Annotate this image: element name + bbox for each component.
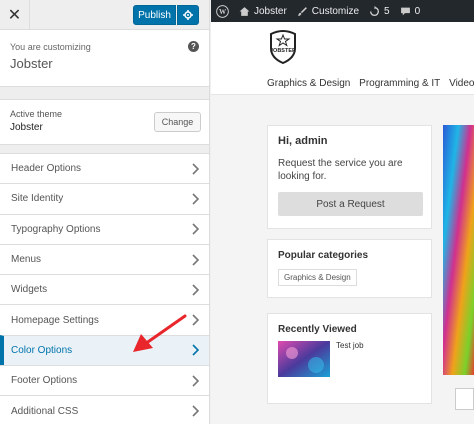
customizing-label: You are customizing [10, 42, 91, 52]
nav-item[interactable]: Video & [449, 78, 474, 89]
section-label: Menus [11, 254, 42, 266]
customizer-header: ✕ Publish [0, 0, 209, 30]
close-icon[interactable]: ✕ [0, 0, 30, 30]
admin-bar-site[interactable]: Jobster [234, 0, 292, 22]
publish-settings-gear-icon[interactable] [177, 5, 199, 25]
section-menus[interactable]: Menus [0, 243, 209, 275]
section-additional-css[interactable]: Additional CSS [0, 395, 209, 424]
section-site-identity[interactable]: Site Identity [0, 183, 209, 214]
nav-item[interactable]: Programming & IT [359, 78, 440, 89]
recent-job-title[interactable]: Test job [336, 341, 364, 377]
chevron-right-icon [192, 344, 199, 356]
recently-viewed-card: Recently Viewed Test job [267, 313, 432, 404]
section-label: Typography Options [11, 223, 101, 235]
brush-icon [297, 6, 307, 16]
jobster-logo[interactable]: JOBSTER [267, 28, 299, 64]
customizer-sections: Header Options Site Identity Typography … [0, 153, 209, 424]
section-label: Header Options [11, 163, 82, 175]
customizer-screen: ✕ Publish You are customizing Jobster ? … [0, 0, 474, 424]
section-label: Color Options [11, 344, 73, 356]
post-request-button[interactable]: Post a Request [278, 192, 423, 216]
greeting: Hi, admin [278, 135, 328, 147]
annotation-arrow-icon [133, 314, 187, 352]
admin-bar-comments[interactable]: 0 [395, 0, 426, 22]
recently-viewed-title: Recently Viewed [278, 324, 357, 335]
hero-image [443, 125, 474, 375]
admin-bar-updates[interactable]: 5 [364, 0, 395, 22]
site-preview: JOBSTER Graphics & Design Programming & … [211, 22, 474, 424]
section-widgets[interactable]: Widgets [0, 274, 209, 305]
nav-item[interactable]: Graphics & Design [267, 78, 350, 89]
section-label: Widgets [11, 284, 48, 296]
chevron-right-icon [192, 163, 199, 175]
publish-button[interactable]: Publish [133, 5, 176, 25]
section-label: Footer Options [11, 375, 78, 387]
home-icon [239, 6, 250, 16]
chevron-right-icon [192, 314, 199, 326]
admin-bar-customize[interactable]: Customize [292, 0, 364, 22]
customizing-site-name: Jobster [10, 56, 53, 71]
active-theme-box: Active theme Jobster Change [0, 99, 209, 145]
svg-text:W: W [219, 8, 227, 16]
chevron-right-icon [192, 223, 199, 235]
chevron-right-icon [192, 193, 199, 205]
customizing-info: You are customizing Jobster ? [0, 30, 209, 87]
welcome-card: Hi, admin Request the service you are lo… [267, 125, 432, 229]
section-label: Additional CSS [11, 405, 79, 417]
section-header-options[interactable]: Header Options [0, 153, 209, 184]
chevron-right-icon [192, 253, 199, 266]
wp-admin-bar: W Jobster Customize 5 0 [211, 0, 474, 22]
customizer-panel: ✕ Publish You are customizing Jobster ? … [0, 0, 210, 424]
help-icon[interactable]: ? [188, 41, 199, 52]
logo-text: JOBSTER [270, 48, 296, 54]
wordpress-logo-icon[interactable]: W [211, 0, 234, 22]
job-thumbnail[interactable] [278, 341, 330, 377]
chevron-right-icon [192, 405, 199, 417]
chevron-right-icon [192, 284, 199, 296]
section-label: Homepage Settings [11, 314, 99, 326]
updates-icon [370, 5, 380, 16]
section-label: Site Identity [11, 193, 64, 205]
recent-item[interactable]: Test job [278, 341, 421, 377]
customize-label: Customize [311, 5, 360, 17]
comment-icon [400, 7, 410, 15]
updates-count: 5 [384, 5, 390, 17]
popular-categories-title: Popular categories [278, 250, 369, 261]
popular-categories-card: Popular categories Graphics & Design [267, 239, 432, 298]
section-footer-options[interactable]: Footer Options [0, 365, 209, 396]
section-typography-options[interactable]: Typography Options [0, 213, 209, 244]
category-tag[interactable]: Graphics & Design [278, 269, 357, 286]
site-header: JOBSTER Graphics & Design Programming & … [211, 22, 474, 95]
change-theme-button[interactable]: Change [154, 112, 201, 132]
preview-widget-edge [455, 388, 474, 410]
chevron-right-icon [192, 375, 199, 387]
admin-bar-site-name: Jobster [254, 5, 287, 17]
comments-count: 0 [414, 5, 421, 17]
request-text: Request the service you are looking for. [278, 158, 403, 182]
main-nav: Graphics & Design Programming & IT Video… [267, 78, 474, 89]
